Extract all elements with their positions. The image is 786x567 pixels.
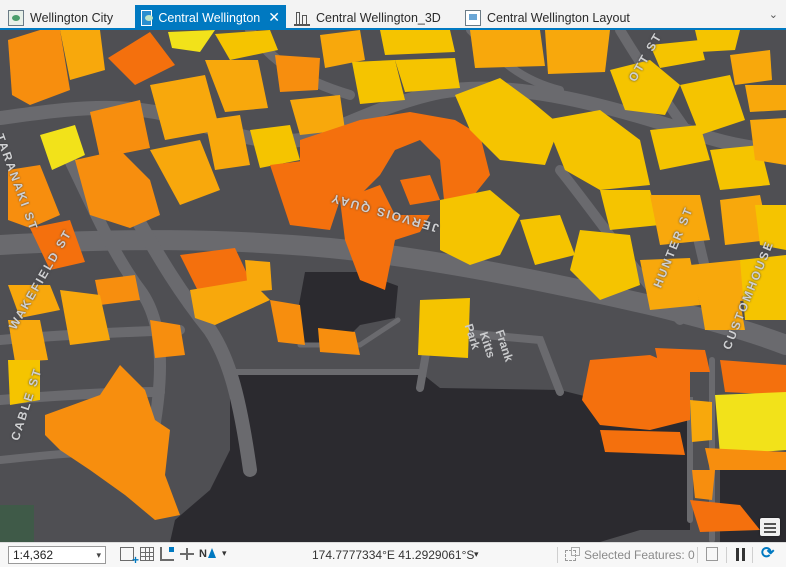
map-icon — [141, 9, 154, 26]
building — [380, 30, 455, 55]
divider — [557, 547, 558, 563]
building — [690, 400, 712, 442]
building — [750, 118, 786, 165]
building — [655, 348, 710, 372]
map-status-bar: 1:4,362 ▾ N ▾ 174.7777334°E 41.2929061°S… — [0, 542, 786, 567]
tab-label: Central Wellington — [158, 10, 261, 25]
snapping-icon[interactable] — [160, 547, 174, 561]
building — [695, 30, 740, 52]
refresh-icon[interactable]: ⟳ — [761, 546, 774, 562]
map-canvas — [0, 30, 786, 542]
scale-value: 1:4,362 — [13, 548, 54, 562]
view-tab-strip: Wellington City Central Wellington ✕ Cen… — [0, 0, 786, 30]
scale-selector[interactable]: 1:4,362 ▾ — [8, 546, 106, 564]
chevron-down-icon[interactable]: ▾ — [222, 548, 227, 559]
north-arrow-icon[interactable]: N — [199, 547, 216, 561]
tab-label: Central Wellington_3D — [316, 11, 441, 25]
tab-label: Central Wellington Layout — [487, 11, 630, 25]
scene-icon — [294, 10, 310, 26]
tab-wellington-city[interactable]: Wellington City — [2, 6, 119, 30]
building — [318, 328, 360, 355]
grid-icon[interactable] — [140, 547, 154, 561]
park-area — [0, 505, 34, 542]
building — [715, 392, 786, 455]
building — [95, 275, 140, 305]
map-view[interactable]: TARANAKI ST WAKEFIELD ST CABLE ST JERVOI… — [0, 30, 786, 542]
page-icon[interactable] — [706, 547, 718, 561]
chevron-down-icon[interactable]: ▾ — [474, 549, 479, 560]
selection-icon — [565, 547, 580, 562]
map-icon — [8, 10, 24, 26]
tab-central-wellington-layout[interactable]: Central Wellington Layout — [459, 6, 636, 30]
selected-features-count: Selected Features: 0 — [584, 548, 695, 562]
building — [600, 430, 685, 455]
close-icon[interactable]: ✕ — [268, 9, 280, 26]
building — [692, 470, 715, 500]
building — [395, 58, 460, 92]
divider — [726, 547, 727, 563]
pause-drawing-icon[interactable] — [735, 548, 746, 561]
building — [470, 30, 545, 68]
divider — [752, 547, 753, 563]
coordinates-readout: 174.7777334°E 41.2929061°S — [312, 548, 475, 562]
building — [275, 55, 320, 92]
attribution-icon[interactable] — [760, 518, 780, 536]
layout-icon — [465, 10, 481, 26]
building — [720, 360, 786, 395]
divider — [697, 547, 698, 563]
tab-central-wellington[interactable]: Central Wellington ✕ — [135, 5, 286, 30]
tab-central-wellington-3d[interactable]: Central Wellington_3D — [288, 6, 447, 30]
measure-icon[interactable] — [180, 547, 194, 561]
building — [545, 30, 610, 74]
building — [150, 320, 185, 358]
tab-label: Wellington City — [30, 11, 114, 25]
building — [730, 50, 772, 85]
chevron-down-icon: ▾ — [96, 550, 101, 560]
building — [745, 85, 786, 112]
tab-overflow-chevron-icon[interactable]: ⌄ — [769, 8, 778, 21]
fixed-zoom-icon[interactable] — [120, 547, 139, 567]
